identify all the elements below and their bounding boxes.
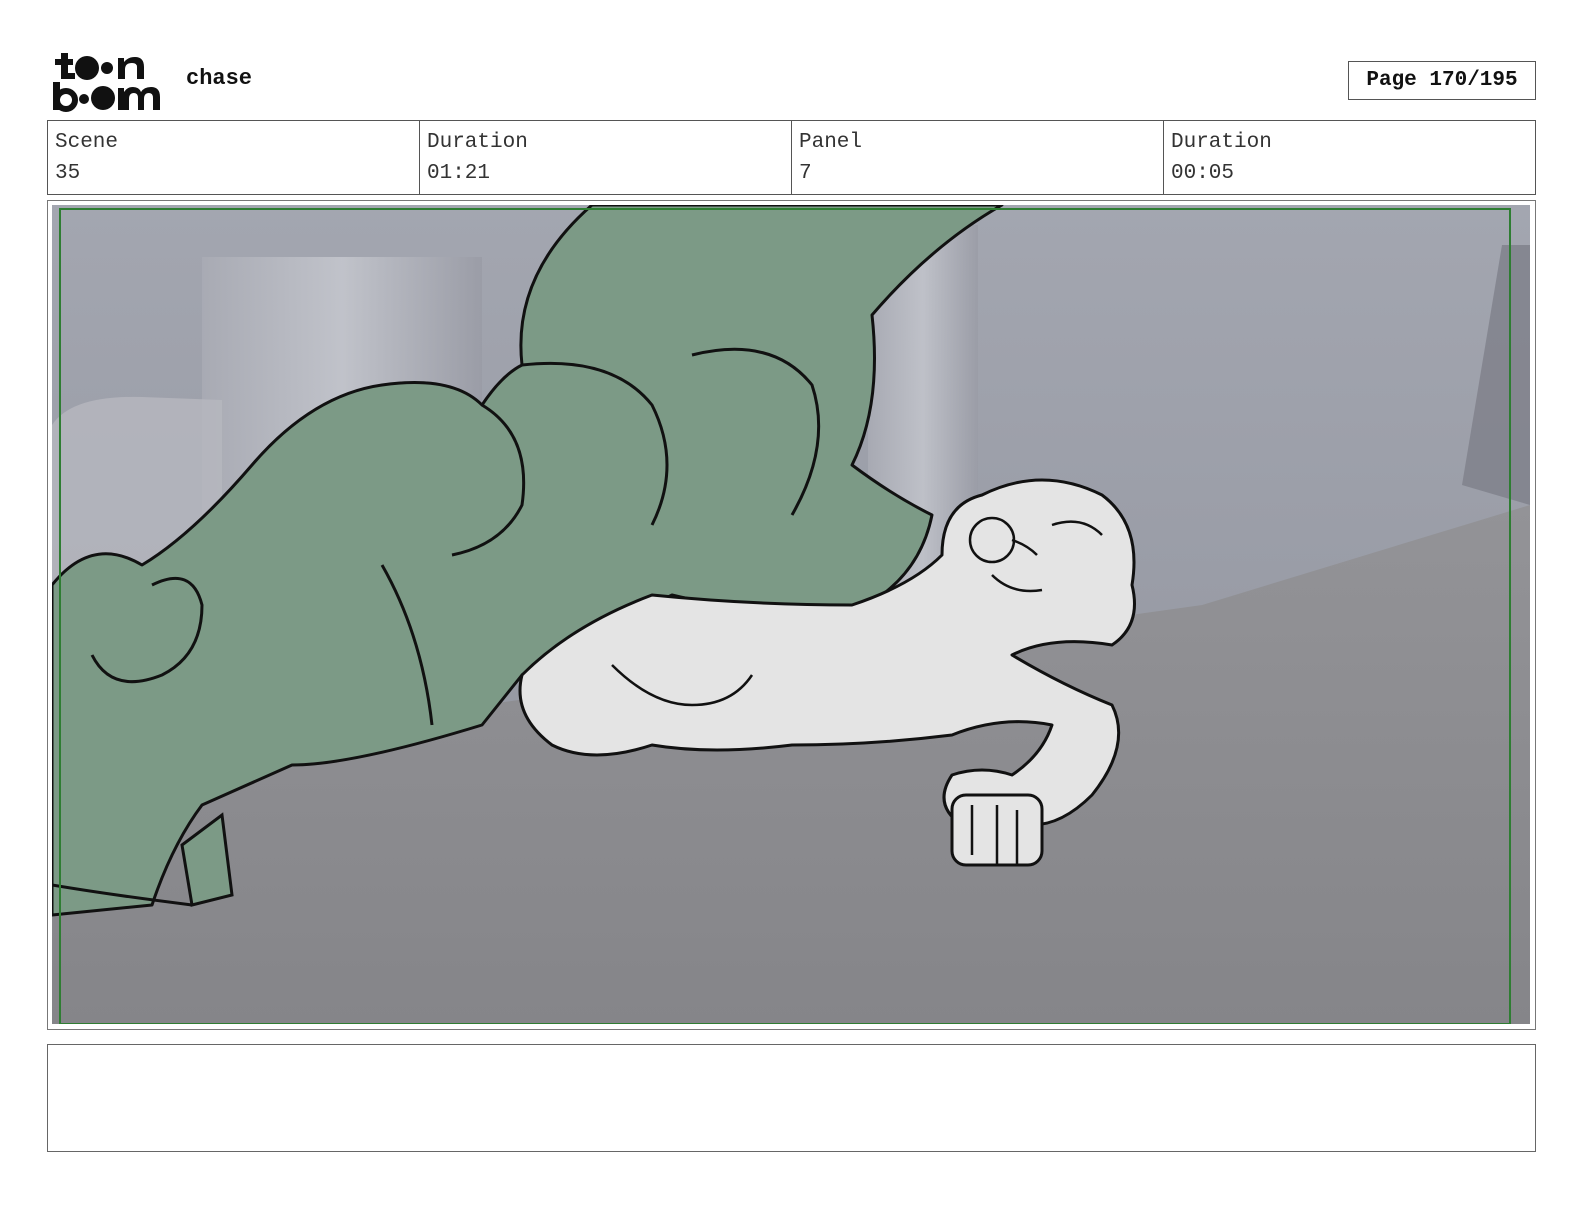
panel-duration-label: Duration xyxy=(1171,131,1272,154)
panel-info-table: Scene 35 Duration 01:21 Panel 7 Duration… xyxy=(47,120,1536,195)
panel-duration-cell: Duration 00:05 xyxy=(1164,121,1535,194)
panel-notes-box xyxy=(47,1044,1536,1152)
scene-cell: Scene 35 xyxy=(48,121,420,194)
scene-duration-value: 01:21 xyxy=(427,162,491,185)
panel-cell: Panel 7 xyxy=(792,121,1164,194)
scene-duration-label: Duration xyxy=(427,131,528,154)
storyboard-panel xyxy=(47,200,1536,1030)
panel-value: 7 xyxy=(799,162,812,185)
project-title: chase xyxy=(186,66,253,91)
toon-boom-logo xyxy=(53,53,160,112)
scene-label: Scene xyxy=(55,131,119,154)
scene-duration-cell: Duration 01:21 xyxy=(420,121,792,194)
scene-value: 35 xyxy=(55,162,81,185)
panel-duration-value: 00:05 xyxy=(1171,162,1235,185)
panel-drawing xyxy=(52,205,1530,1024)
page-counter: Page 170/195 xyxy=(1348,61,1536,100)
panel-label: Panel xyxy=(799,131,863,154)
